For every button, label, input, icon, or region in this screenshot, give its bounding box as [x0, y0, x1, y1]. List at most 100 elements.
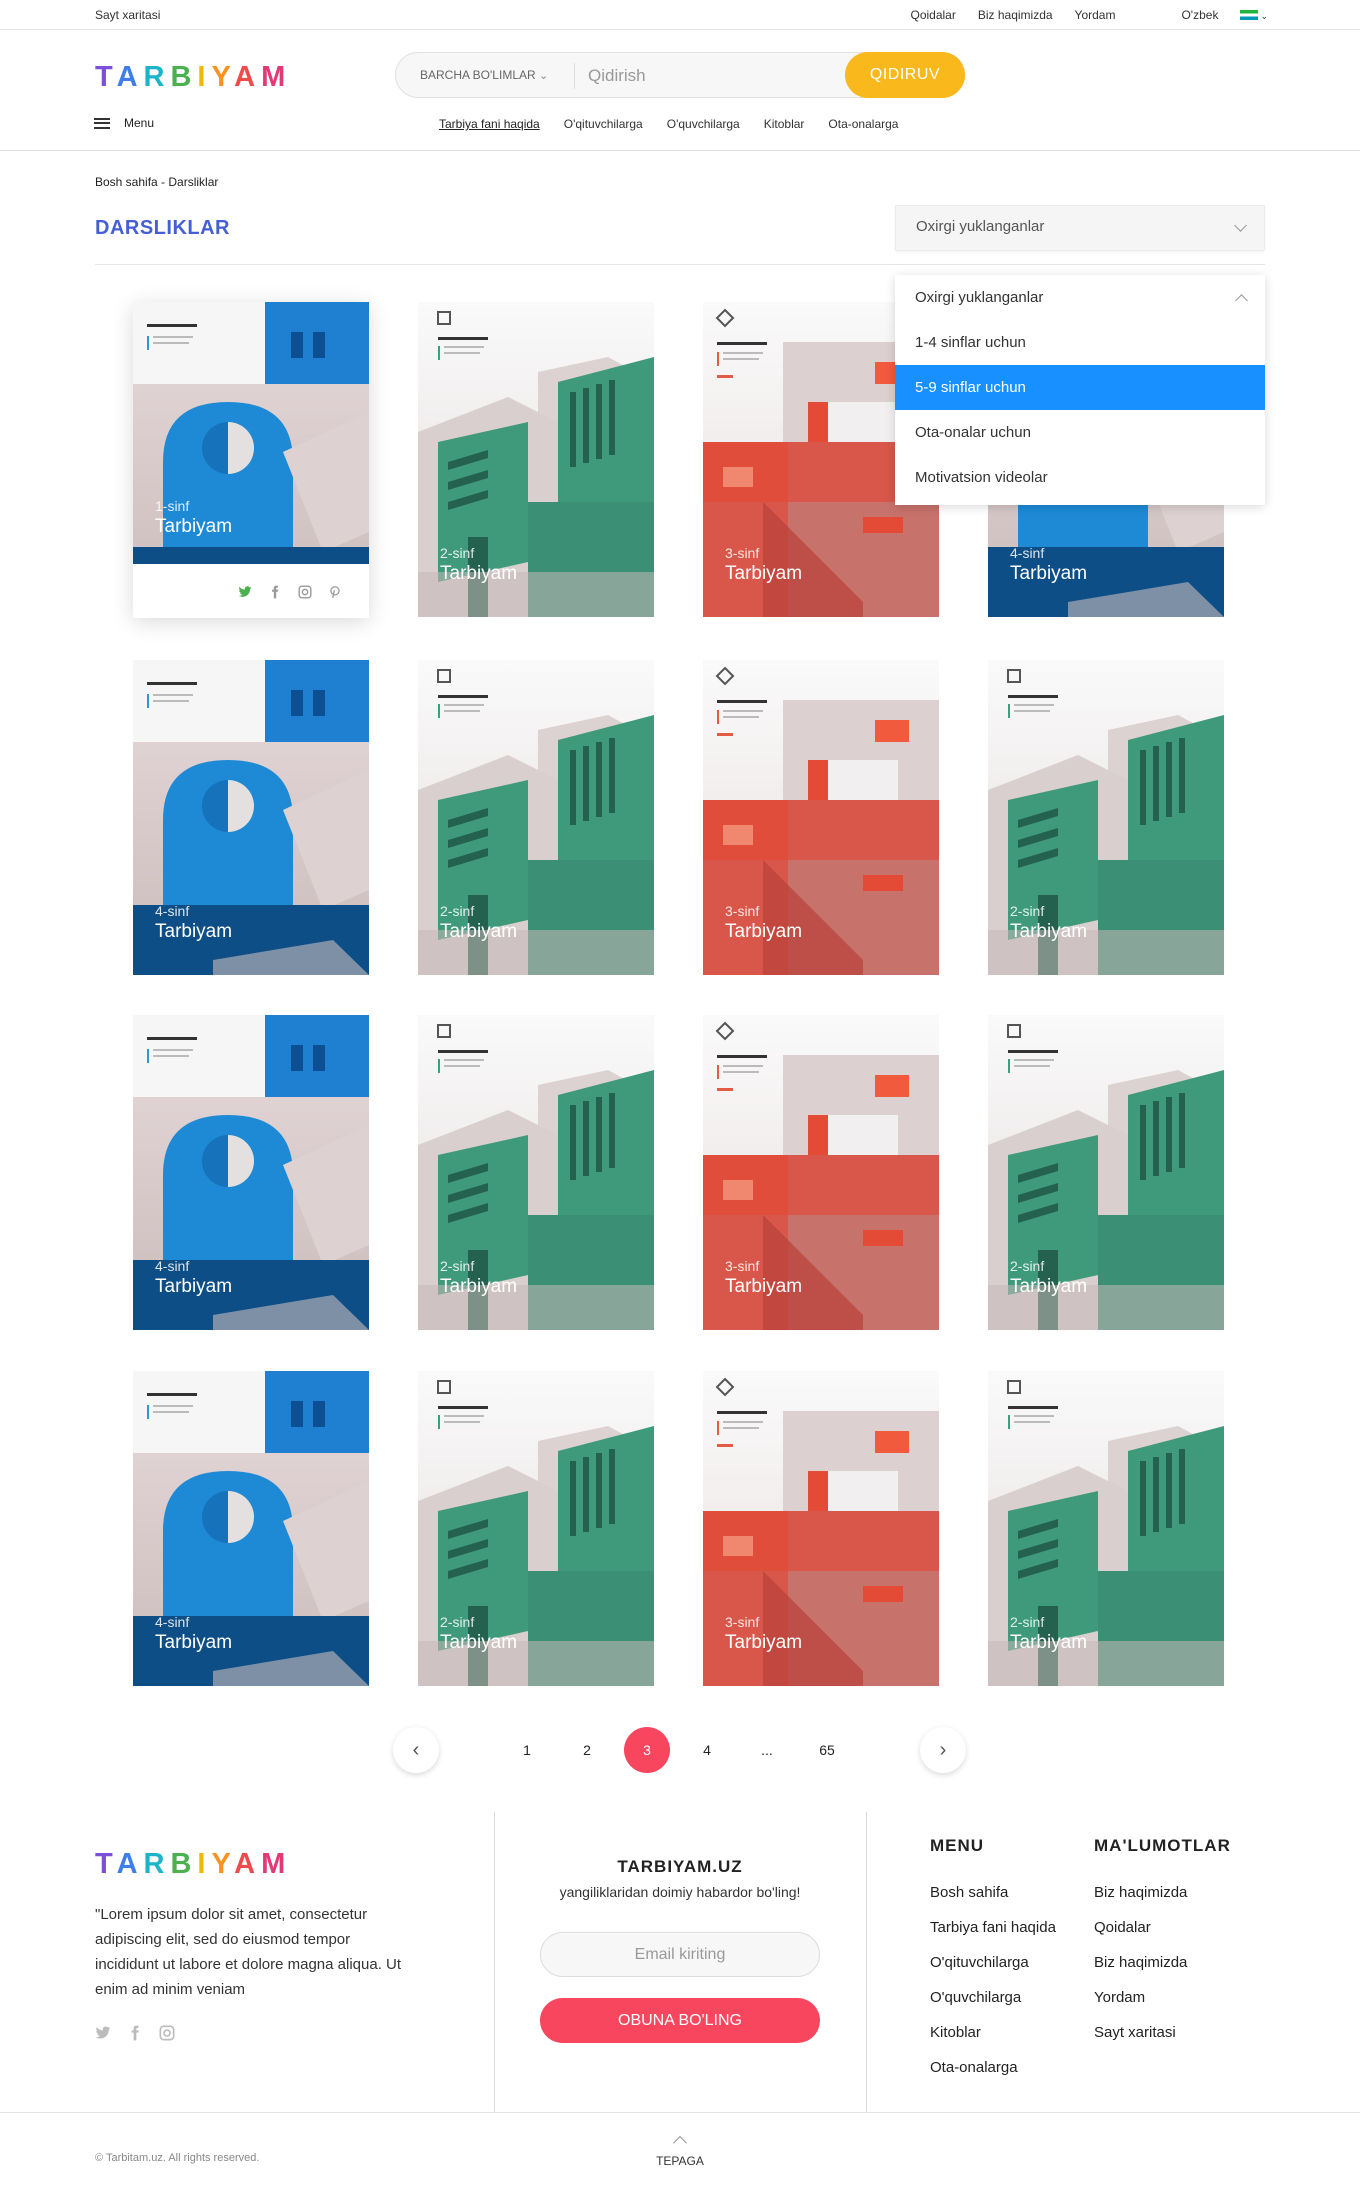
footer-logo[interactable]: TARBIYAM	[95, 1850, 291, 1879]
pinterest-icon[interactable]	[328, 585, 342, 599]
facebook-icon[interactable]	[127, 2025, 143, 2041]
book-card[interactable]: 3-sinf Tarbiyam	[703, 1371, 939, 1686]
book-grade: 3-sinf	[725, 903, 760, 919]
book-title: Tarbiyam	[155, 1276, 233, 1297]
footer-menu-item[interactable]: O'qituvchilarga	[930, 1954, 1056, 1989]
search-button[interactable]: QIDIRUV	[845, 52, 965, 98]
nav-item-teachers[interactable]: O'qituvchilarga	[564, 117, 643, 131]
book-title: Tarbiyam	[440, 1276, 518, 1297]
footer-info-item[interactable]: Biz haqimizda	[1094, 1884, 1231, 1919]
page-ellipsis: ...	[761, 1742, 773, 1758]
sort-select[interactable]: Oxirgi yuklanganlar	[895, 205, 1265, 251]
sort-option[interactable]: Motivatsion videolar	[895, 455, 1265, 500]
language-selector[interactable]: O'zbek ⌄	[1159, 8, 1268, 22]
page-link[interactable]: 2	[564, 1727, 610, 1773]
logo-letter: T	[95, 61, 117, 93]
footer-menu-item[interactable]: Kitoblar	[930, 2024, 1056, 2059]
book-card[interactable]: 4-sinf Tarbiyam	[133, 1015, 369, 1330]
book-title: Tarbiyam	[725, 1276, 803, 1297]
sort-option[interactable]: Ota-onalar uchun	[895, 410, 1265, 455]
back-to-top-button[interactable]: TEPAGA	[640, 2135, 720, 2168]
footer-info-title: MA'LUMOTLAR	[1094, 1836, 1231, 1855]
book-card[interactable]: 2-sinf Tarbiyam	[418, 302, 654, 617]
subscribe-button[interactable]: OBUNA BO'LING	[540, 1998, 820, 2043]
copyright: © Tarbitam.uz. All rights reserved.	[95, 2152, 260, 2164]
book-grade: 2-sinf	[440, 1258, 475, 1274]
footer-about-text: "Lorem ipsum dolor sit amet, consectetur…	[95, 1906, 402, 1998]
next-page-button[interactable]: ›	[920, 1727, 966, 1773]
divider	[95, 264, 1265, 265]
sort-option[interactable]: Oxirgi yuklanganlar	[895, 275, 1265, 320]
book-title: Tarbiyam	[1010, 563, 1088, 584]
book-card[interactable]: 2-sinf Tarbiyam	[988, 1015, 1224, 1330]
instagram-icon[interactable]	[159, 2025, 175, 2041]
menu-toggle[interactable]: Menu	[94, 116, 154, 130]
book-card[interactable]: 1-sinf Tarbiyam	[133, 302, 369, 564]
top-bar: Sayt xaritasi Qoidalar Biz haqimizda Yor…	[0, 0, 1360, 30]
sort-selected-label: Oxirgi yuklanganlar	[916, 218, 1045, 235]
book-card[interactable]: 2-sinf Tarbiyam	[988, 1371, 1224, 1686]
book-card[interactable]: 4-sinf Tarbiyam	[133, 660, 369, 975]
footer-info-item[interactable]: Yordam	[1094, 1989, 1231, 2024]
book-card[interactable]: 2-sinf Tarbiyam	[418, 1371, 654, 1686]
logo-letter: Y	[211, 61, 235, 93]
page-link[interactable]: 65	[804, 1727, 850, 1773]
language-label: O'zbek	[1181, 8, 1219, 22]
footer-info-item[interactable]: Qoidalar	[1094, 1919, 1231, 1954]
twitter-icon[interactable]	[238, 585, 252, 599]
book-grade: 1-sinf	[155, 498, 190, 514]
footer-info: MA'LUMOTLAR Biz haqimizda Qoidalar Biz h…	[1094, 1836, 1231, 2059]
twitter-icon[interactable]	[95, 2025, 111, 2041]
page-link[interactable]: 1	[504, 1727, 550, 1773]
book-card[interactable]: 2-sinf Tarbiyam	[418, 1015, 654, 1330]
logo-letter: A	[116, 1848, 144, 1880]
footer-info-item[interactable]: Sayt xaritasi	[1094, 2024, 1231, 2059]
book-card[interactable]: 2-sinf Tarbiyam	[418, 660, 654, 975]
book-title: Tarbiyam	[155, 516, 233, 537]
prev-page-button[interactable]: ‹	[393, 1727, 439, 1773]
email-input[interactable]: Email kiriting	[540, 1932, 820, 1977]
page-link-current[interactable]: 3	[624, 1727, 670, 1773]
breadcrumb: Bosh sahifa - Darsliklar	[95, 175, 219, 189]
nav-item-students[interactable]: O'quvchilarga	[667, 117, 740, 131]
nav-item-books[interactable]: Kitoblar	[764, 117, 805, 131]
chevron-down-icon	[1234, 219, 1247, 232]
book-grade: 2-sinf	[440, 545, 475, 561]
book-title: Tarbiyam	[155, 921, 233, 942]
book-card[interactable]: 3-sinf Tarbiyam	[703, 1015, 939, 1330]
top-link-rules[interactable]: Qoidalar	[910, 8, 955, 22]
chevron-up-icon	[1235, 294, 1248, 307]
instagram-icon[interactable]	[298, 585, 312, 599]
book-grade: 4-sinf	[155, 903, 190, 919]
logo-letter: B	[170, 61, 198, 93]
footer-menu-item[interactable]: Bosh sahifa	[930, 1884, 1056, 1919]
nav-item-parents[interactable]: Ota-onalarga	[828, 117, 898, 131]
sort-option[interactable]: 1-4 sinflar uchun	[895, 320, 1265, 365]
top-link-about[interactable]: Biz haqimizda	[978, 8, 1053, 22]
logo[interactable]: TARBIYAM	[95, 63, 291, 92]
hamburger-icon	[94, 117, 110, 129]
book-card[interactable]: 2-sinf Tarbiyam	[988, 660, 1224, 975]
book-card[interactable]: 3-sinf Tarbiyam	[703, 660, 939, 975]
page-link[interactable]: 4	[684, 1727, 730, 1773]
category-select[interactable]: BARCHA BO'LIMLAR ⌄	[420, 68, 548, 82]
book-title: Tarbiyam	[725, 921, 803, 942]
book-grade: 3-sinf	[725, 1614, 760, 1630]
sort-option-selected[interactable]: 5-9 sinflar uchun	[895, 365, 1265, 410]
footer-menu-item[interactable]: O'quvchilarga	[930, 1989, 1056, 2024]
book-card[interactable]: 4-sinf Tarbiyam	[133, 1371, 369, 1686]
logo-letter: T	[95, 1848, 117, 1880]
search-input[interactable]: Qidirish	[588, 66, 646, 86]
book-grade: 4-sinf	[155, 1258, 190, 1274]
book-title: Tarbiyam	[440, 921, 518, 942]
facebook-icon[interactable]	[268, 585, 282, 599]
top-link-help[interactable]: Yordam	[1075, 8, 1116, 22]
sitemap-link[interactable]: Sayt xaritasi	[95, 8, 160, 22]
nav-item-tarbiya[interactable]: Tarbiya fani haqida	[439, 117, 540, 131]
chevron-up-icon	[672, 2135, 688, 2151]
footer-info-item[interactable]: Biz haqimizda	[1094, 1954, 1231, 1989]
search-divider	[574, 63, 575, 89]
footer-menu-item[interactable]: Ota-onalarga	[930, 2059, 1056, 2094]
card-share-icons	[238, 585, 342, 599]
footer-menu-item[interactable]: Tarbiya fani haqida	[930, 1919, 1056, 1954]
